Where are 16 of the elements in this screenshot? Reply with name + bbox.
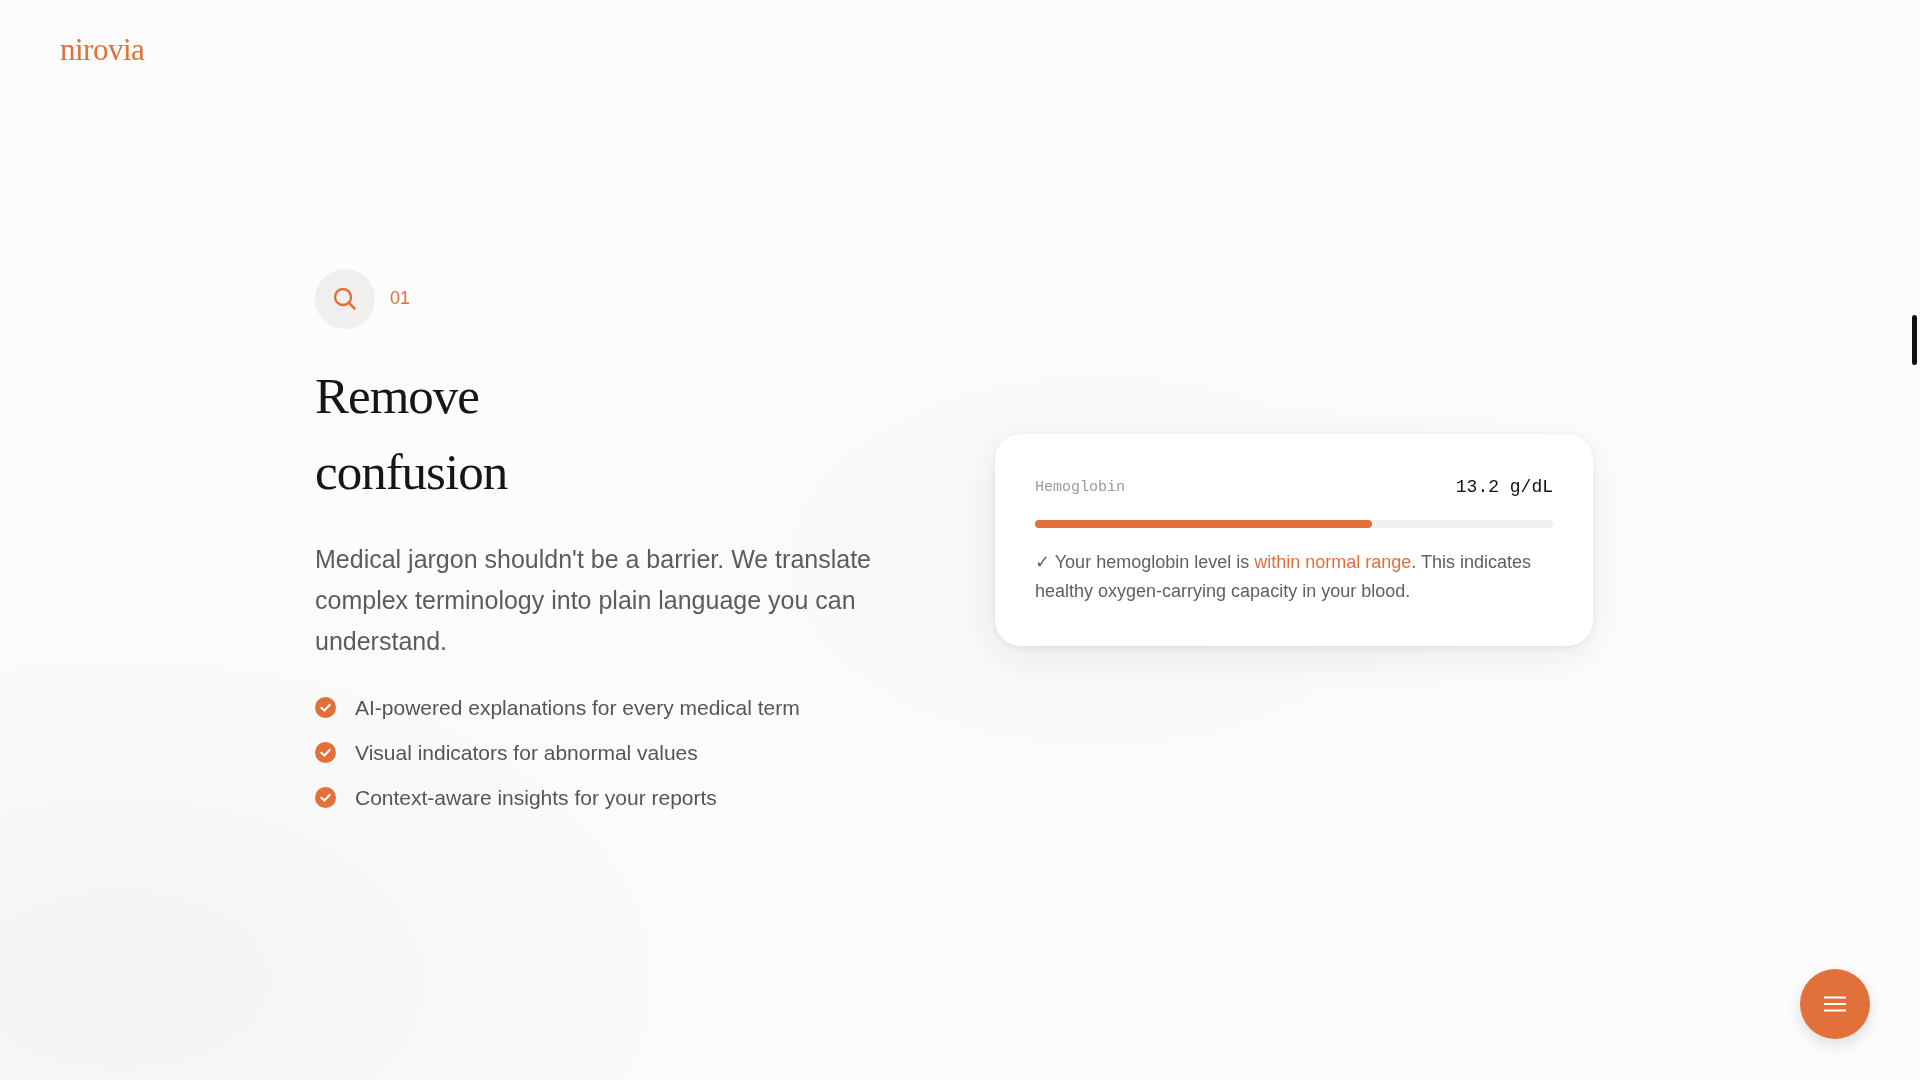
check-circle-icon — [315, 787, 336, 808]
check-circle-icon — [315, 742, 336, 763]
check-circle-icon — [315, 697, 336, 718]
search-icon — [315, 268, 375, 329]
section-heading: Remove confusion — [315, 366, 509, 502]
result-note: ✓ Your hemoglobin level is within normal range. This indicates healthy oxygen-carrying capacity in your blood. — [1035, 551, 1533, 603]
section-description: Medical jargon shouldn't be a barrier. We translate complex terminology into plain language you can understand. — [315, 543, 872, 657]
scrollbar-thumb[interactable] — [1912, 315, 1917, 365]
test-value: 13.2 g/dL — [1455, 477, 1553, 497]
step-number: 01 — [390, 288, 411, 309]
feature-point: Context-aware insights for your reports — [355, 785, 717, 810]
feature-point: Visual indicators for abnormal values — [355, 740, 698, 765]
test-name: Hemoglobin — [1035, 478, 1125, 496]
menu-icon — [1824, 996, 1846, 1012]
feature-point: AI-powered explanations for every medical term — [355, 695, 800, 720]
brand-logo[interactable]: nirovia — [60, 32, 145, 67]
